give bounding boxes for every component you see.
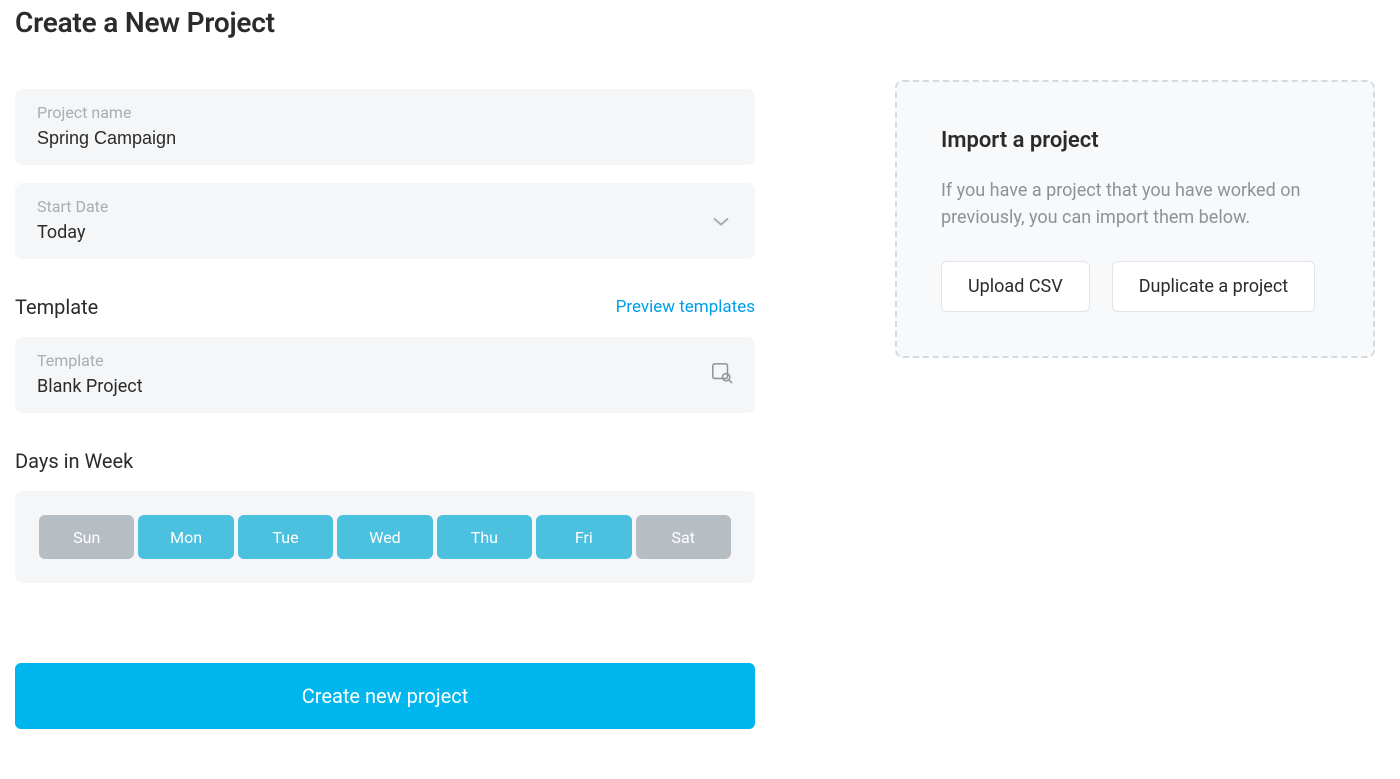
template-section-title: Template	[15, 295, 98, 319]
template-section-header: Template Preview templates	[15, 295, 755, 319]
create-project-form: Create a New Project Project name Start …	[15, 0, 755, 729]
preview-templates-link[interactable]: Preview templates	[616, 297, 755, 317]
upload-csv-button[interactable]: Upload CSV	[941, 261, 1090, 312]
days-section-header: Days in Week	[15, 449, 755, 473]
duplicate-project-button[interactable]: Duplicate a project	[1112, 261, 1315, 312]
start-date-label: Start Date	[37, 197, 733, 216]
day-btn-thu[interactable]: Thu	[437, 515, 532, 559]
template-label: Template	[37, 351, 733, 370]
import-buttons-row: Upload CSV Duplicate a project	[941, 261, 1329, 312]
start-date-field[interactable]: Start Date Today	[15, 183, 755, 259]
import-title: Import a project	[941, 128, 1329, 153]
day-btn-tue[interactable]: Tue	[238, 515, 333, 559]
day-btn-mon[interactable]: Mon	[138, 515, 233, 559]
day-btn-fri[interactable]: Fri	[536, 515, 631, 559]
project-name-field[interactable]: Project name	[15, 89, 755, 165]
day-btn-sun[interactable]: Sun	[39, 515, 134, 559]
page-title: Create a New Project	[15, 6, 755, 39]
template-search-icon	[711, 362, 733, 388]
template-field[interactable]: Template Blank Project	[15, 337, 755, 413]
import-description: If you have a project that you have work…	[941, 177, 1329, 231]
days-section-title: Days in Week	[15, 449, 133, 473]
create-project-button[interactable]: Create new project	[15, 663, 755, 729]
template-value: Blank Project	[37, 376, 733, 397]
chevron-down-icon	[713, 212, 729, 231]
day-btn-wed[interactable]: Wed	[337, 515, 432, 559]
import-project-panel: Import a project If you have a project t…	[895, 80, 1375, 358]
day-btn-sat[interactable]: Sat	[636, 515, 731, 559]
days-row: Sun Mon Tue Wed Thu Fri Sat	[39, 515, 731, 559]
start-date-value: Today	[37, 222, 733, 243]
project-name-input[interactable]	[37, 128, 733, 149]
days-container: Sun Mon Tue Wed Thu Fri Sat	[15, 491, 755, 583]
project-name-label: Project name	[37, 103, 733, 122]
